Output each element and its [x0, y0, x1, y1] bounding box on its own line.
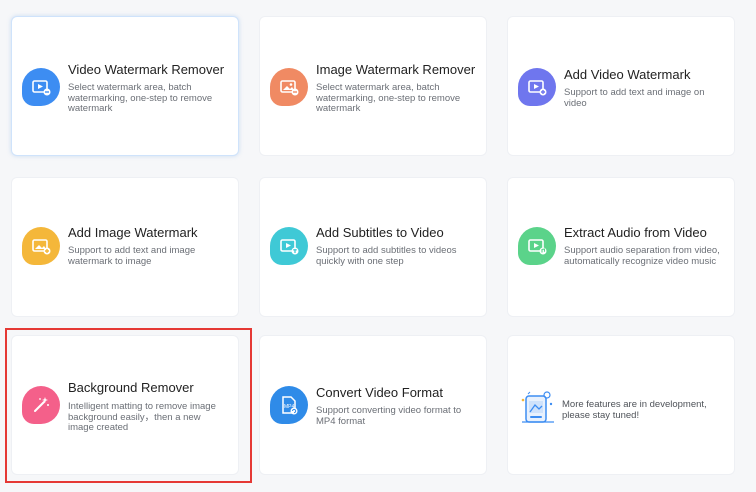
- add-subtitles-card[interactable]: Add Subtitles to Video Support to add su…: [259, 177, 487, 317]
- card-title: Convert Video Format: [316, 385, 443, 400]
- card-description: Support audio separation from video, aut…: [564, 245, 720, 267]
- card-title: Image Watermark Remover: [316, 62, 476, 77]
- add-subtitles-icon: [270, 227, 308, 265]
- video-watermark-remover-icon: [22, 68, 60, 106]
- extract-audio-card[interactable]: Extract Audio from Video Support audio s…: [507, 177, 735, 317]
- card-description: Intelligent matting to remove image back…: [68, 401, 216, 433]
- card-title: Background Remover: [68, 380, 194, 395]
- background-remover-card[interactable]: Background Remover Intelligent matting t…: [11, 335, 239, 475]
- image-watermark-remover-card[interactable]: Image Watermark Remover Select watermark…: [259, 16, 487, 156]
- card-description: Support to add text and image watermark …: [68, 245, 196, 267]
- card-description: Support to add text and image on video: [564, 87, 705, 109]
- image-watermark-remover-icon: [270, 68, 308, 106]
- card-title: Add Subtitles to Video: [316, 225, 444, 240]
- extract-audio-icon: [518, 227, 556, 265]
- add-video-watermark-icon: [518, 68, 556, 106]
- add-video-watermark-card[interactable]: Add Video Watermark Support to add text …: [507, 16, 735, 156]
- add-image-watermark-card[interactable]: Add Image Watermark Support to add text …: [11, 177, 239, 317]
- card-title: Add Video Watermark: [564, 67, 691, 82]
- convert-video-format-card[interactable]: MP4 Convert Video Format Support convert…: [259, 335, 487, 475]
- card-title: Video Watermark Remover: [68, 62, 225, 77]
- card-description: Select watermark area, batch watermarkin…: [316, 82, 461, 114]
- card-title: Add Image Watermark: [68, 225, 198, 240]
- background-remover-icon: [22, 386, 60, 424]
- add-image-watermark-icon: [22, 227, 60, 265]
- convert-format-icon: MP4: [270, 386, 308, 424]
- card-description: Support to add subtitles to videos quick…: [316, 245, 457, 267]
- video-watermark-remover-card[interactable]: Video Watermark Remover Select watermark…: [11, 16, 239, 156]
- development-illustration-icon: [520, 388, 556, 433]
- more-features-card: More features are in development, please…: [507, 335, 735, 475]
- card-title: Extract Audio from Video: [564, 225, 707, 240]
- development-note: More features are in development, please…: [562, 399, 707, 421]
- card-description: Select watermark area, batch watermarkin…: [68, 82, 213, 114]
- card-description: Support converting video format to MP4 f…: [316, 405, 462, 427]
